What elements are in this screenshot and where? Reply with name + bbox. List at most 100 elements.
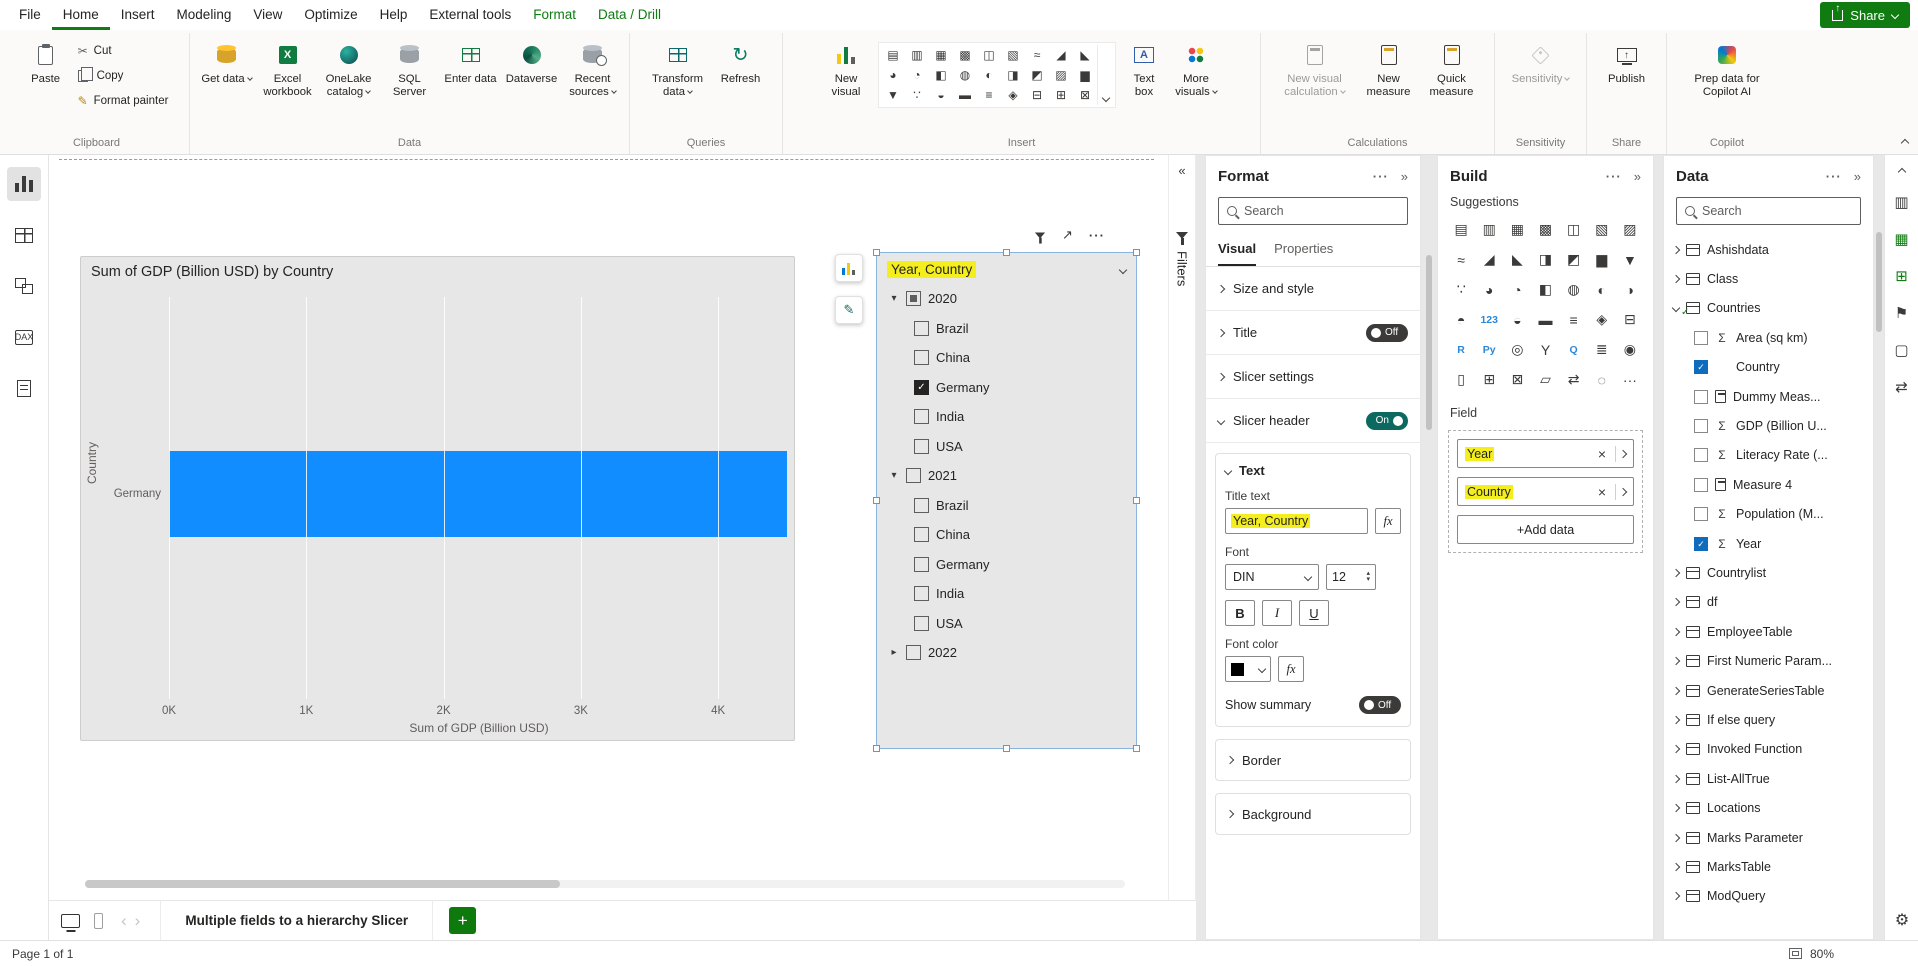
font-size-stepper[interactable]: 12▴▾ xyxy=(1326,564,1376,590)
scatter-chart-icon[interactable]: ∵ xyxy=(1447,277,1475,302)
chevron-right-icon[interactable] xyxy=(1672,628,1680,636)
checkbox[interactable] xyxy=(914,409,929,424)
previous-page-arrow[interactable]: ‹ xyxy=(121,911,127,931)
chevron-right-icon[interactable] xyxy=(1672,745,1680,753)
filters-pane-collapsed[interactable]: « Filters xyxy=(1168,155,1196,900)
bold-button[interactable]: B xyxy=(1225,600,1255,626)
checkbox[interactable] xyxy=(1694,419,1708,433)
decomposition-tree-icon[interactable]: Y xyxy=(1531,337,1559,362)
filled-map-icon[interactable]: ◐ xyxy=(1588,277,1616,302)
chevron-right-icon[interactable] xyxy=(1672,598,1680,606)
r-script-icon[interactable]: R xyxy=(1447,337,1475,362)
format-visual-button[interactable] xyxy=(835,254,863,282)
table-row[interactable]: Locations xyxy=(1664,793,1873,822)
filters-icon[interactable] xyxy=(1035,232,1045,238)
resize-handle[interactable] xyxy=(1003,249,1010,256)
menu-tab[interactable]: Help xyxy=(369,1,419,30)
menu-tab[interactable]: Data / Drill xyxy=(587,1,672,30)
python-icon[interactable]: Py xyxy=(1475,337,1503,362)
search-input[interactable] xyxy=(1244,204,1405,218)
desktop-layout-icon[interactable] xyxy=(61,914,80,928)
stacked-column-chart-icon[interactable]: ▥ xyxy=(1475,217,1503,242)
card-icon[interactable]: ▬ xyxy=(953,85,977,105)
paste-button[interactable]: Paste xyxy=(20,36,72,88)
checkbox[interactable] xyxy=(914,380,929,395)
slicer-item[interactable]: Brazil xyxy=(877,314,1136,344)
menu-tab[interactable]: Modeling xyxy=(166,1,243,30)
stacked-area-chart-icon[interactable]: ◣ xyxy=(1073,45,1097,65)
stacked-bar-chart-icon[interactable]: ▤ xyxy=(881,45,905,65)
bookmarks-pane-icon[interactable]: ⚑ xyxy=(1885,294,1918,331)
collapse-pane-icon[interactable]: » xyxy=(1854,169,1861,184)
new-visual-button[interactable]: New visual xyxy=(819,36,873,101)
gauge-icon[interactable]: ◒ xyxy=(1503,307,1531,332)
transform-data-button[interactable]: Transform data xyxy=(644,36,712,101)
waterfall-chart-icon[interactable]: ▆ xyxy=(1588,247,1616,272)
map-icon[interactable]: ◍ xyxy=(1560,277,1588,302)
chevron-right-icon[interactable] xyxy=(1672,804,1680,812)
slicer-item[interactable]: China xyxy=(877,520,1136,550)
selection-pane-icon[interactable]: ▢ xyxy=(1885,331,1918,368)
card-icon[interactable]: ▬ xyxy=(1531,307,1559,332)
slicer-item[interactable]: 2022 xyxy=(877,638,1136,668)
sync-slicers-pane-icon[interactable]: ⇄ xyxy=(1885,368,1918,405)
checkbox[interactable] xyxy=(906,291,921,306)
excel-workbook-button[interactable]: X Excel workbook xyxy=(258,36,318,101)
checkbox[interactable] xyxy=(1694,507,1708,521)
chevron-right-icon[interactable] xyxy=(1672,774,1680,782)
chevron-right-icon[interactable] xyxy=(1672,892,1680,900)
checkbox[interactable] xyxy=(1694,478,1708,492)
resize-handle[interactable] xyxy=(873,497,880,504)
chevron-down-icon[interactable] xyxy=(1119,265,1127,273)
slicer-item[interactable]: 2021 xyxy=(877,461,1136,491)
chevron-right-icon[interactable] xyxy=(1672,833,1680,841)
collapse-ribbon-icon[interactable] xyxy=(1901,139,1909,147)
publish-button[interactable]: Publish xyxy=(1599,36,1655,88)
slicer-item[interactable]: USA xyxy=(877,609,1136,639)
menu-tab[interactable]: File xyxy=(8,1,52,30)
resize-handle[interactable] xyxy=(1003,745,1010,752)
dax-query-view-button[interactable]: DAX xyxy=(7,320,41,354)
treemap-icon[interactable]: ◧ xyxy=(1531,277,1559,302)
table-row[interactable]: MarksTable xyxy=(1664,852,1873,881)
chart-bar[interactable] xyxy=(169,451,787,537)
slicer-item[interactable]: China xyxy=(877,343,1136,373)
get-data-button[interactable]: Get data xyxy=(197,36,257,88)
add-data-button[interactable]: +Add data xyxy=(1457,515,1634,544)
field-row[interactable]: Literacy Rate (... xyxy=(1664,441,1873,470)
table-row[interactable]: df xyxy=(1664,588,1873,617)
slicer-item[interactable]: Germany xyxy=(877,373,1136,403)
checkbox[interactable] xyxy=(1694,390,1708,404)
100-stacked-column-chart-icon[interactable]: ▧ xyxy=(1001,45,1025,65)
resize-handle[interactable] xyxy=(873,745,880,752)
more-options-icon[interactable]: ··· xyxy=(1089,228,1105,243)
clustered-bar-chart-icon[interactable]: ▦ xyxy=(929,45,953,65)
font-color-dropdown[interactable] xyxy=(1225,656,1271,682)
data-search-box[interactable] xyxy=(1676,197,1861,225)
menu-tab[interactable]: Insert xyxy=(110,1,166,30)
checkbox[interactable] xyxy=(914,350,929,365)
collapse-icon[interactable] xyxy=(1897,168,1905,176)
model-view-button[interactable] xyxy=(7,269,41,303)
onelake-catalog-button[interactable]: OneLake catalog xyxy=(319,36,379,101)
donut-chart-icon[interactable]: ◔ xyxy=(905,65,929,85)
table-row[interactable]: List-AllTrue xyxy=(1664,764,1873,793)
line-stacked-column-chart-icon[interactable]: ◨ xyxy=(1001,65,1025,85)
card-new-icon[interactable]: 123 xyxy=(1475,307,1503,332)
visualizations-pane-icon[interactable]: ▦ xyxy=(1885,220,1918,257)
table-row[interactable]: GenerateSeriesTable xyxy=(1664,676,1873,705)
table-row[interactable]: Marks Parameter xyxy=(1664,823,1873,852)
scrollbar-thumb[interactable] xyxy=(85,880,560,888)
focus-mode-icon[interactable]: ↗ xyxy=(1062,227,1073,243)
section-chevron-icon[interactable] xyxy=(1217,372,1225,380)
waterfall-chart-icon[interactable]: ▆ xyxy=(1073,65,1097,85)
fx-conditional-format-button[interactable]: fx xyxy=(1278,656,1304,682)
format-search-box[interactable] xyxy=(1218,197,1408,225)
key-influencers-icon[interactable]: ◎ xyxy=(1503,337,1531,362)
power-apps-icon[interactable]: ▱ xyxy=(1531,367,1559,392)
format-painter-button[interactable]: ✎Format painter xyxy=(73,90,174,112)
slicer-item[interactable]: India xyxy=(877,402,1136,432)
stacked-area-chart-icon[interactable]: ◣ xyxy=(1503,247,1531,272)
hierarchy-slicer-visual[interactable]: Year, Country 2020 Brazil xyxy=(876,252,1137,749)
qa-icon[interactable]: Q xyxy=(1560,337,1588,362)
